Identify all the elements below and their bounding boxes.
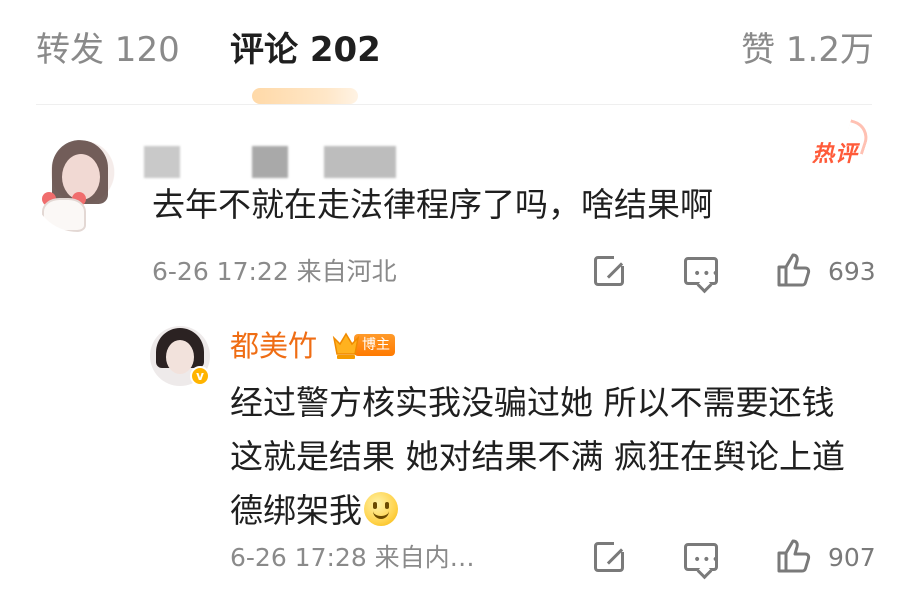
- share-icon[interactable]: [594, 540, 626, 572]
- commenter-avatar[interactable]: [32, 140, 124, 232]
- crown-icon: [332, 332, 360, 359]
- verified-badge-icon: v: [190, 366, 210, 386]
- reply-icon[interactable]: •••: [684, 543, 720, 571]
- active-tab-indicator: [252, 88, 358, 104]
- reply-icon[interactable]: •••: [684, 257, 720, 285]
- comment-text: 去年不就在走法律程序了吗，啥结果啊: [152, 185, 713, 224]
- smile-emoji-icon: [364, 492, 398, 526]
- thumbs-up-icon[interactable]: [776, 538, 812, 574]
- like-count: 693: [828, 257, 876, 286]
- thumbs-up-icon[interactable]: [776, 252, 812, 288]
- reply-meta: 6-26 17:28 来自内…: [230, 543, 475, 572]
- share-icon[interactable]: [594, 254, 626, 286]
- tab-forwards[interactable]: 转发 120: [36, 28, 180, 72]
- tab-comments[interactable]: 评论 202: [230, 28, 381, 72]
- like-count: 907: [828, 543, 876, 572]
- blogger-tag: 博主: [354, 334, 395, 356]
- redacted-username[interactable]: [144, 146, 180, 178]
- tabs-divider: [36, 104, 872, 105]
- comment-meta: 6-26 17:22 来自河北: [152, 257, 397, 286]
- flame-icon: [841, 119, 873, 155]
- redacted-username: [324, 146, 396, 178]
- blogger-badge: 博主: [332, 330, 402, 360]
- reply-text: 经过警方核实我没骗过她 所以不需要还钱 这就是结果 她对结果不满 疯狂在舆论上道…: [230, 383, 845, 530]
- comment-tabs: 转发 120 评论 202 赞 1.2万: [0, 0, 908, 104]
- redacted-username: [252, 146, 288, 178]
- reply-author-name[interactable]: 都美竹: [230, 326, 317, 366]
- next-reply-peek: [230, 596, 430, 610]
- tab-likes[interactable]: 赞 1.2万: [741, 28, 874, 72]
